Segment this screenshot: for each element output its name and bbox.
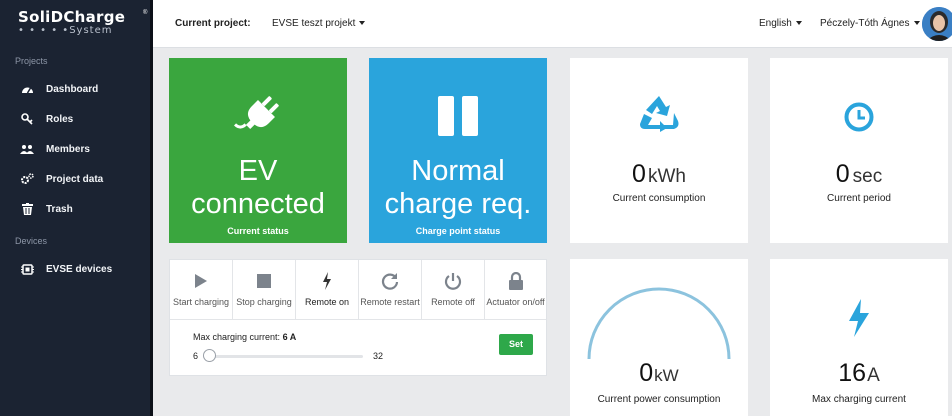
max-current-slider[interactable] (203, 349, 363, 362)
sidebar-item-label: Dashboard (46, 83, 99, 95)
current-project-label: Current project: (175, 18, 251, 29)
current-consumption-card: 0 kWh Current consumption (570, 58, 748, 243)
user-menu[interactable]: Péczely-Tóth Ágnes (820, 18, 920, 29)
charge-status-line2: charge req. (384, 188, 532, 220)
chevron-down-icon (795, 21, 802, 26)
project-selector[interactable]: EVSE teszt projekt (272, 18, 366, 29)
max-charging-current-caption: Max charging current (812, 394, 906, 405)
max-charging-current-card: 16A Max charging current (770, 259, 948, 416)
logo-main-text: SoliDCharge (18, 8, 126, 26)
stop-charging-button[interactable]: Stop charging (233, 260, 296, 319)
max-current-number: 16 (838, 359, 867, 387)
chevron-down-icon (359, 21, 366, 26)
ev-status-line2: connected (191, 188, 325, 220)
stop-icon (233, 271, 295, 291)
sidebar-item-label: EVSE devices (46, 263, 113, 275)
period-number: 0 (835, 160, 850, 188)
current-period-value: 0 sec (770, 160, 948, 189)
start-charging-label: Start charging (172, 297, 230, 307)
current-consumption-value: 0 kWh (570, 160, 748, 189)
charge-status-line1: Normal (411, 155, 505, 187)
current-power-caption: Current power consumption (597, 394, 721, 405)
max-current-label-value: 6 A (282, 332, 297, 342)
actuator-label: Actuator on/off (486, 297, 545, 307)
sidebar-item-project-data[interactable]: Project data (0, 168, 150, 190)
remote-off-button[interactable]: Remote off (422, 260, 485, 319)
power-number: 0 (639, 359, 654, 387)
max-current-label-text: Max charging current: (193, 332, 281, 342)
device-icon (20, 262, 34, 276)
language-selector[interactable]: English (759, 18, 802, 29)
slider-thumb[interactable] (203, 349, 216, 362)
max-current-unit: A (867, 365, 880, 386)
max-charging-current-value: 16A (770, 359, 948, 388)
slider-max-label: 32 (373, 351, 384, 361)
ev-status-line1: EV (238, 155, 278, 187)
clock-icon (770, 102, 948, 132)
power-unit: kW (654, 366, 679, 385)
max-current-setting-label: Max charging current: 6 A (193, 332, 296, 342)
plug-icon (169, 94, 347, 144)
bolt-icon (296, 271, 358, 291)
users-icon (20, 142, 34, 156)
cogs-icon (20, 172, 34, 186)
trash-icon (20, 202, 34, 216)
remote-restart-button[interactable]: Remote restart (359, 260, 422, 319)
logo-sub-text: • • • • •System (18, 25, 113, 36)
sidebar-item-evse-devices[interactable]: EVSE devices (0, 258, 150, 280)
actuator-toggle-button[interactable]: Actuator on/off (485, 260, 546, 319)
charge-status-caption: Charge point status (415, 226, 501, 236)
remote-on-button[interactable]: Remote on (296, 260, 359, 319)
project-selector-value: EVSE teszt projekt (272, 18, 356, 29)
sidebar-item-dashboard[interactable]: Dashboard (0, 78, 150, 100)
section-label-devices: Devices (15, 236, 48, 246)
current-period-caption: Current period (827, 193, 891, 204)
sidebar-item-label: Project data (46, 173, 104, 185)
slider-min-label: 6 (193, 351, 199, 361)
current-power-value: 0kW (570, 359, 748, 388)
bolt-icon (770, 299, 948, 337)
power-icon (422, 271, 484, 291)
sidebar-item-label: Trash (46, 203, 73, 215)
consumption-unit: kWh (647, 166, 686, 187)
sidebar-item-trash[interactable]: Trash (0, 198, 150, 220)
app-logo[interactable]: SoliDCharge • • • • •System ® (18, 8, 148, 38)
control-buttons-row: Start charging Stop charging Remote on R… (170, 260, 546, 320)
remote-restart-label: Remote restart (360, 297, 420, 307)
sidebar-item-members[interactable]: Members (0, 138, 150, 160)
avatar[interactable] (922, 7, 952, 41)
start-charging-button[interactable]: Start charging (170, 260, 233, 319)
sidebar-item-roles[interactable]: Roles (0, 108, 150, 130)
lock-icon (485, 271, 546, 291)
recycle-icon (570, 94, 748, 132)
stop-charging-label: Stop charging (236, 297, 292, 307)
current-consumption-caption: Current consumption (612, 193, 706, 204)
sidebar-item-label: Roles (46, 113, 74, 125)
sidebar-item-label: Members (46, 143, 90, 155)
top-bar: Current project: EVSE teszt projekt Engl… (153, 0, 952, 48)
ev-status-caption: Current status (227, 226, 289, 236)
gauge-icon (587, 287, 731, 360)
play-icon (170, 271, 232, 291)
period-unit: sec (852, 166, 883, 187)
logo-registered-mark: ® (143, 10, 148, 16)
ev-status-card: EV connected Current status (169, 58, 347, 243)
current-power-card: 0kW Current power consumption (570, 259, 748, 416)
chevron-down-icon (913, 21, 920, 26)
remote-controls-panel: Start charging Stop charging Remote on R… (169, 259, 547, 376)
charge-point-status-card: Normal charge req. Charge point status (369, 58, 547, 243)
pause-icon (369, 96, 547, 138)
key-icon (20, 112, 34, 126)
consumption-number: 0 (632, 160, 646, 188)
remote-on-label: Remote on (304, 297, 350, 307)
sidebar: SoliDCharge • • • • •System ® Projects D… (0, 0, 153, 416)
refresh-icon (359, 271, 421, 291)
user-name: Péczely-Tóth Ágnes (820, 18, 910, 29)
remote-off-label: Remote off (431, 297, 475, 307)
section-label-projects: Projects (15, 56, 48, 66)
dashboard-icon (20, 82, 34, 96)
set-button[interactable]: Set (499, 334, 533, 355)
current-period-card: 0 sec Current period (770, 58, 948, 243)
language-value: English (759, 18, 792, 29)
